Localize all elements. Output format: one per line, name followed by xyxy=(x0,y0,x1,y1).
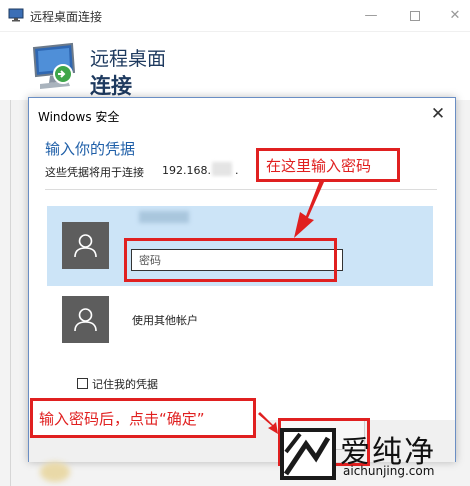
screenshot-root: 远程桌面连接 — ✕ 远程桌面 连接 Windows 安全 ✕ 输入你的凭据 这… xyxy=(0,0,470,486)
minimize-button[interactable]: — xyxy=(352,0,390,32)
rdc-header: 远程桌面 连接 xyxy=(0,32,470,100)
dialog-separator xyxy=(45,189,437,190)
maximize-icon xyxy=(410,10,420,21)
redacted-username-blur xyxy=(139,211,189,223)
annotation-enter-password-callout: 在这里输入密码 xyxy=(256,148,400,182)
user-icon xyxy=(74,234,97,258)
rdc-window-title: 远程桌面连接 xyxy=(30,10,103,24)
credentials-subtitle-ip: 192.168. xyxy=(162,164,211,177)
user-icon xyxy=(74,308,97,332)
rdc-close-button[interactable]: ✕ xyxy=(436,0,470,32)
credentials-subtitle-label: 这些凭据将用于连接 xyxy=(45,166,144,179)
dialog-title: Windows 安全 xyxy=(38,110,120,124)
desktop-icon-fragment xyxy=(40,462,70,482)
watermark-domain: aichunjing.com xyxy=(343,464,435,478)
remote-desktop-logo-icon xyxy=(32,42,76,89)
annotation-enter-password-text: 在这里输入密码 xyxy=(266,157,372,175)
rdc-title-bar[interactable]: 远程桌面连接 — ✕ xyxy=(0,0,470,32)
annotation-arrow-down-icon xyxy=(294,180,324,238)
credentials-subtitle-dot: . xyxy=(235,164,239,177)
remember-credentials-label: 记住我的凭据 xyxy=(92,378,158,391)
other-account-label: 使用其他帐户 xyxy=(132,314,198,327)
annotation-confirm-text: 输入密码后，点击“确定” xyxy=(39,410,205,428)
aichunjing-logo-icon xyxy=(280,428,336,480)
remote-desktop-icon xyxy=(8,8,24,22)
remember-credentials-checkbox[interactable] xyxy=(77,378,88,389)
rdc-body-divider xyxy=(10,100,11,486)
annotation-confirm-callout: 输入密码后，点击“确定” xyxy=(30,398,256,438)
avatar xyxy=(62,296,109,343)
dialog-close-button[interactable]: ✕ xyxy=(423,100,453,128)
other-account-tile[interactable]: 使用其他帐户 xyxy=(47,293,433,353)
avatar xyxy=(62,222,109,269)
annotation-password-highlight xyxy=(124,238,337,282)
maximize-button[interactable] xyxy=(396,0,434,32)
rdc-header-subtitle: 连接 xyxy=(90,74,132,98)
redacted-ip-blur xyxy=(212,162,232,176)
credentials-heading: 输入你的凭据 xyxy=(45,140,136,158)
rdc-header-title: 远程桌面 xyxy=(90,48,167,70)
